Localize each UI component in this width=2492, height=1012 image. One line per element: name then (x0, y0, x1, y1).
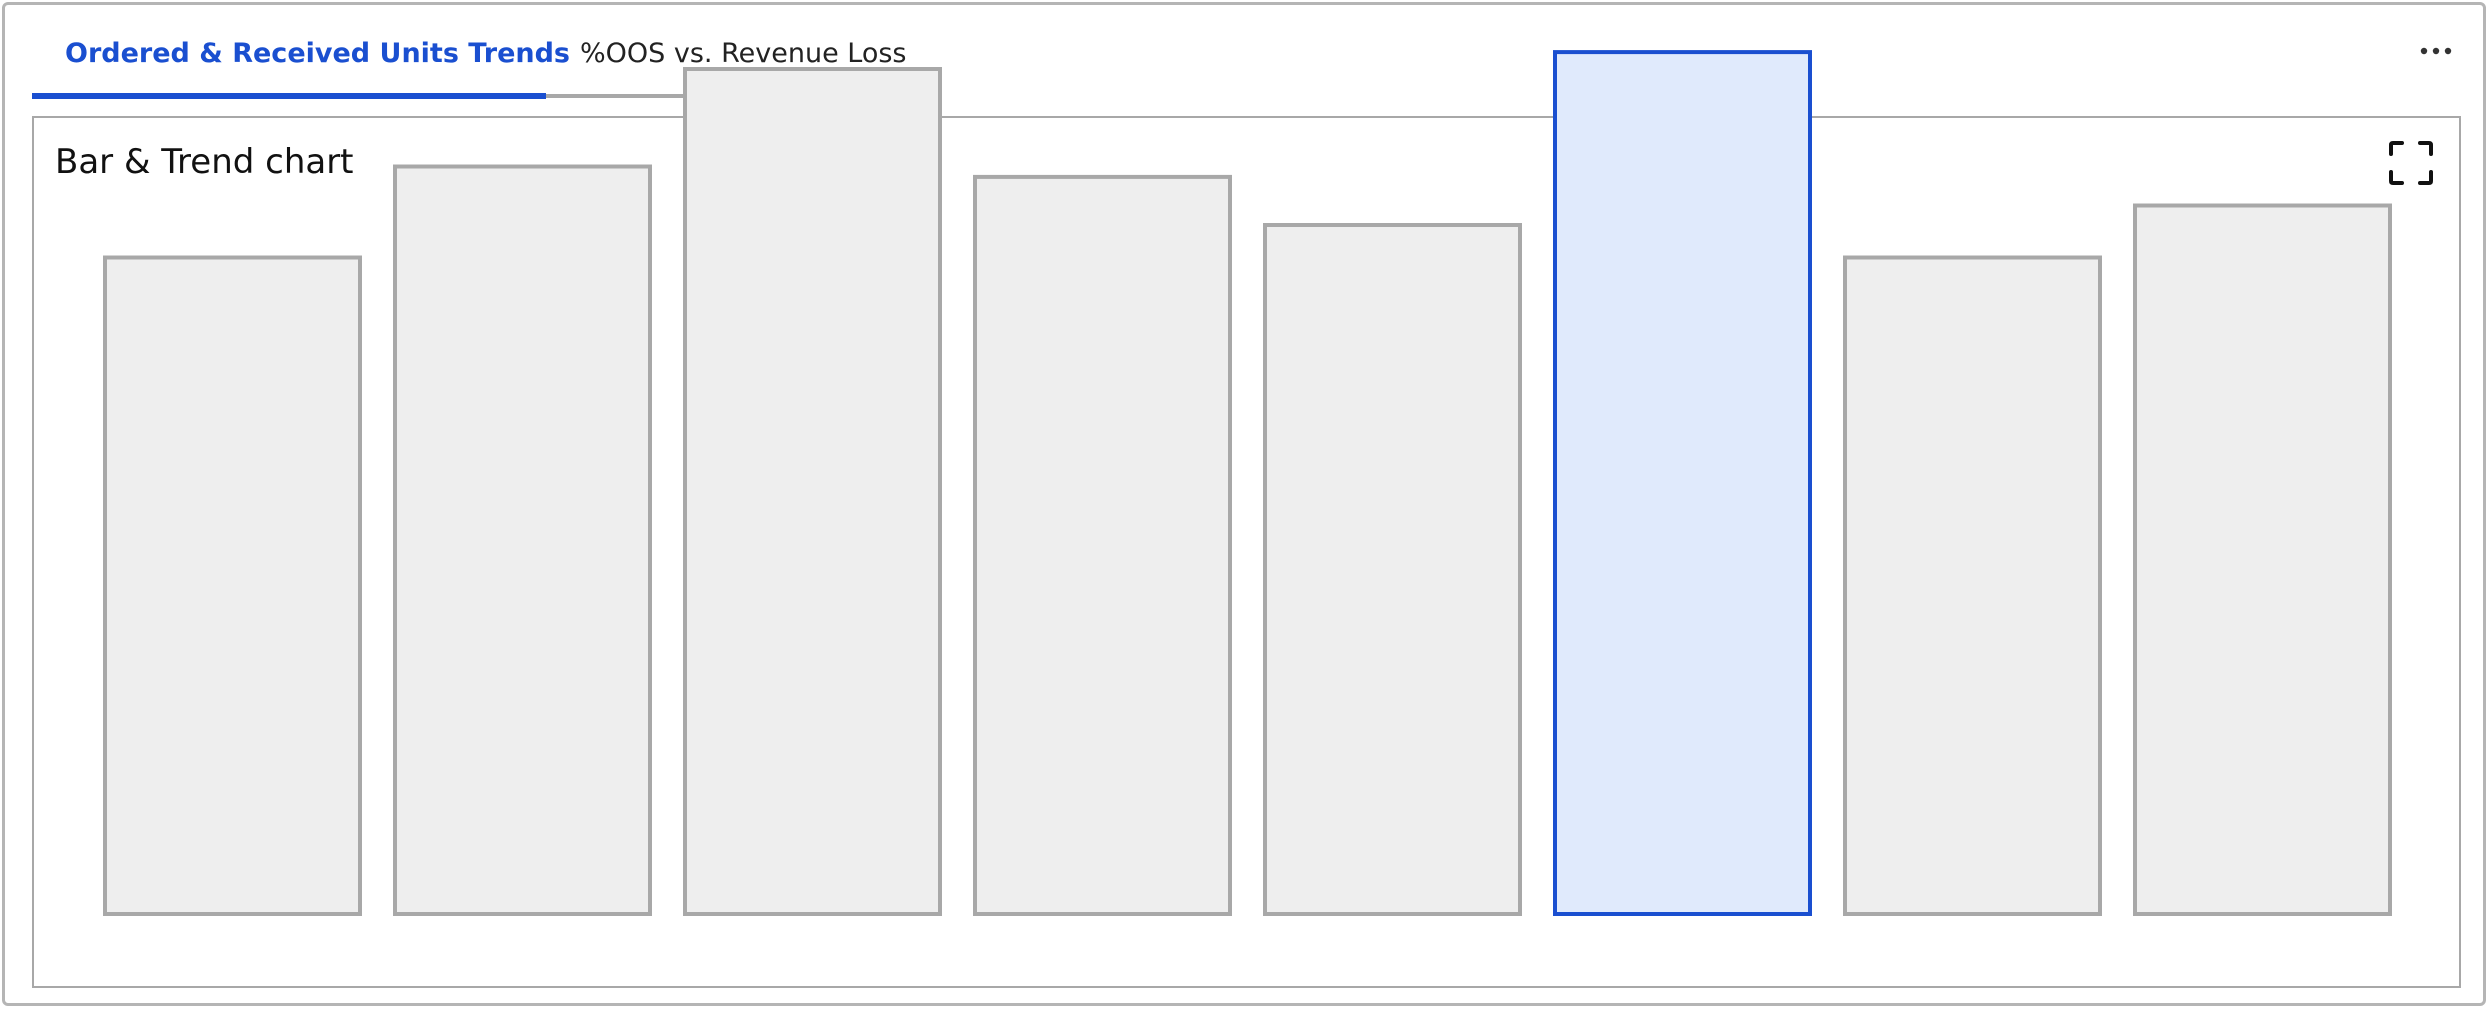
chart-bar[interactable] (1263, 223, 1522, 916)
tab-ordered-received-units-trends[interactable]: Ordered & Received Units Trends (65, 32, 570, 76)
expand-icon (2389, 141, 2433, 185)
active-tab-indicator (32, 93, 546, 99)
chart-bar[interactable] (973, 174, 1232, 916)
more-horizontal-icon (2420, 47, 2452, 55)
panel-title: Bar & Trend chart (55, 142, 354, 182)
chart-bar[interactable] (683, 67, 942, 916)
chart-bar[interactable] (103, 255, 362, 916)
expand-button[interactable] (2388, 140, 2434, 186)
more-options-button[interactable] (2418, 36, 2454, 66)
chart-bar-selected[interactable] (1553, 50, 1812, 917)
chart-bar[interactable] (2133, 203, 2392, 916)
chart-bar[interactable] (1843, 255, 2102, 916)
chart-bar[interactable] (393, 164, 652, 916)
